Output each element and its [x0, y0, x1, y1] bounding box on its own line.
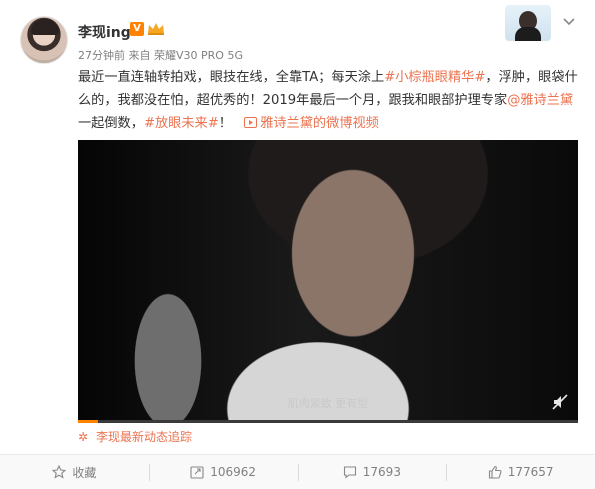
- post-source: 来自 荣耀V30 PRO 5G: [128, 49, 243, 62]
- comment-button[interactable]: 17693: [297, 455, 447, 489]
- star-icon: [52, 465, 67, 479]
- mention-link[interactable]: @雅诗兰黛: [507, 93, 573, 108]
- video-link-label: 雅诗兰黛的微博视频: [260, 116, 379, 131]
- repost-icon: [190, 466, 204, 479]
- member-crown-icon: [148, 23, 164, 35]
- repost-count: 106962: [210, 465, 257, 479]
- chevron-down-icon[interactable]: [562, 15, 576, 29]
- verified-badge-icon: V: [130, 22, 144, 36]
- video-progress-bar[interactable]: [78, 420, 578, 423]
- comment-icon: [343, 466, 356, 479]
- post-meta: 27分钟前 来自 荣耀V30 PRO 5G: [78, 47, 243, 63]
- mute-icon[interactable]: [552, 394, 568, 410]
- like-button[interactable]: 177657: [446, 455, 595, 489]
- source-link[interactable]: ✲ 李现最新动态追踪: [78, 428, 192, 445]
- comment-count: 17693: [362, 465, 401, 479]
- post-text-part: 最近一直连轴转拍戏，眼技在线，全靠TA；每天涂上: [78, 70, 385, 85]
- video-frame: [78, 140, 578, 423]
- thumbs-up-icon: [488, 465, 502, 479]
- post-text-part: ！: [218, 116, 232, 131]
- video-player[interactable]: 肌肉紧致 更有型: [78, 140, 578, 423]
- avatar[interactable]: [20, 16, 68, 64]
- username[interactable]: 李现ing: [78, 22, 131, 42]
- profile-thumbnail[interactable]: [505, 5, 551, 41]
- action-bar: 收藏 106962 17693 177657: [0, 454, 595, 489]
- favorite-button[interactable]: 收藏: [0, 455, 149, 489]
- video-link[interactable]: 雅诗兰黛的微博视频: [236, 116, 379, 131]
- repost-button[interactable]: 106962: [148, 455, 298, 489]
- post-text-part: 一起倒数，: [78, 116, 144, 131]
- source-link-label: 李现最新动态追踪: [96, 430, 193, 444]
- like-count: 177657: [507, 465, 554, 479]
- snowflake-icon: ✲: [78, 430, 89, 444]
- video-play-icon: [244, 117, 258, 128]
- video-subtitle: 肌肉紧致 更有型: [287, 397, 369, 410]
- video-progress-fill: [78, 420, 98, 423]
- post-text: 最近一直连轴转拍戏，眼技在线，全靠TA；每天涂上#小棕瓶眼精华#，浮肿，眼袋什么…: [78, 66, 578, 135]
- hashtag-link[interactable]: #小棕瓶眼精华#: [384, 70, 485, 85]
- favorite-label: 收藏: [72, 465, 97, 480]
- post-time[interactable]: 27分钟前: [78, 49, 125, 62]
- hashtag-link[interactable]: #放眼未来#: [144, 116, 219, 131]
